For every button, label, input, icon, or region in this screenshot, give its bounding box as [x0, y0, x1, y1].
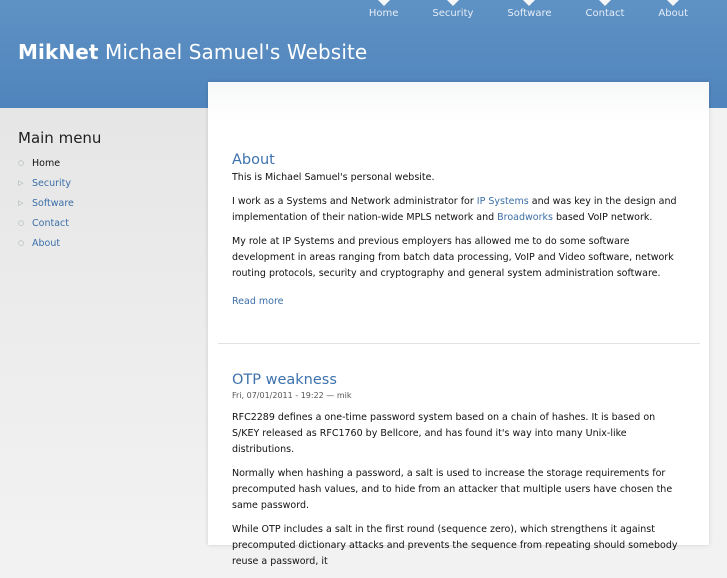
nav-home[interactable]: Home [352, 0, 416, 19]
nav-pointer-icon [598, 0, 611, 6]
content-top-fade [208, 82, 709, 122]
about-paragraph-2-text-c: based VoIP network. [552, 212, 653, 223]
otp-title[interactable]: OTP weakness [232, 372, 682, 388]
about-article: About This is Michael Samuel's personal … [232, 152, 682, 318]
menu-link-about[interactable]: About [32, 238, 60, 249]
menu-link-software[interactable]: Software [32, 198, 74, 209]
site-name: MikNet [18, 40, 99, 64]
nav-home-label: Home [368, 8, 399, 19]
main-menu: ○ Home ▷ Security ▷ Software ○ Contact ○ Abou… [18, 153, 74, 253]
read-more-wrap: Read more [232, 294, 682, 310]
about-paragraph-3: My role at IP Systems and previous emplo… [232, 236, 674, 279]
about-paragraph-2: I work as a Systems and Network administ… [232, 194, 682, 226]
nav-contact[interactable]: Contact [569, 0, 642, 19]
nav-security[interactable]: Security [415, 0, 490, 19]
otp-paragraph-1: RFC2289 defines a one-time password syst… [232, 412, 656, 455]
about-title-text: About [232, 152, 275, 168]
circle-bullet-icon: ○ [18, 159, 25, 167]
nav-pointer-icon [377, 0, 390, 6]
otp-title-text: OTP weakness [232, 372, 337, 388]
menu-item-about: ○ About [18, 233, 74, 253]
nav-pointer-icon [667, 0, 680, 6]
otp-paragraph-3: While OTP includes a salt in the first r… [232, 524, 678, 567]
site-title[interactable]: MikNet Michael Samuel's Website [18, 40, 367, 64]
nav-software[interactable]: Software [490, 0, 568, 19]
nav-pointer-icon [446, 0, 459, 6]
nav-security-label: Security [432, 8, 474, 19]
menu-link-security[interactable]: Security [32, 178, 71, 189]
site-tagline: Michael Samuel's Website [105, 40, 368, 64]
about-paragraph-2-text-a: I work as a Systems and Network administ… [232, 196, 477, 207]
menu-link-home[interactable]: Home [32, 158, 60, 169]
menu-item-contact: ○ Contact [18, 213, 74, 233]
broadworks-link[interactable]: Broadworks [497, 212, 553, 223]
otp-article: OTP weakness Fri, 07/01/2011 - 19:22 — m… [232, 372, 682, 578]
menu-link-contact[interactable]: Contact [32, 218, 69, 229]
nav-contact-label: Contact [585, 8, 625, 19]
nav-about-label: About [658, 8, 688, 19]
top-navigation: Home Security Software Contact About [352, 0, 705, 19]
otp-meta: Fri, 07/01/2011 - 19:22 — mik [232, 391, 352, 400]
about-paragraph-1: This is Michael Samuel's personal websit… [232, 172, 435, 183]
circle-bullet-icon: ○ [18, 219, 25, 227]
nav-software-label: Software [507, 8, 552, 19]
otp-paragraph-2: Normally when hashing a password, a salt… [232, 468, 673, 511]
menu-item-security: ▷ Security [18, 173, 74, 193]
article-divider [218, 343, 700, 344]
menu-item-home: ○ Home [18, 153, 74, 173]
circle-bullet-icon: ○ [18, 239, 25, 247]
triangle-bullet-icon: ▷ [18, 199, 24, 207]
read-more-link[interactable]: Read more [232, 296, 284, 307]
main-content: About This is Michael Samuel's personal … [208, 82, 709, 567]
triangle-bullet-icon: ▷ [18, 179, 24, 187]
main-menu-title: Main menu [18, 129, 102, 147]
about-title[interactable]: About [232, 152, 682, 168]
ip-systems-link[interactable]: IP Systems [477, 196, 529, 207]
menu-item-software: ▷ Software [18, 193, 74, 213]
nav-about[interactable]: About [641, 0, 705, 19]
nav-pointer-icon [523, 0, 536, 6]
